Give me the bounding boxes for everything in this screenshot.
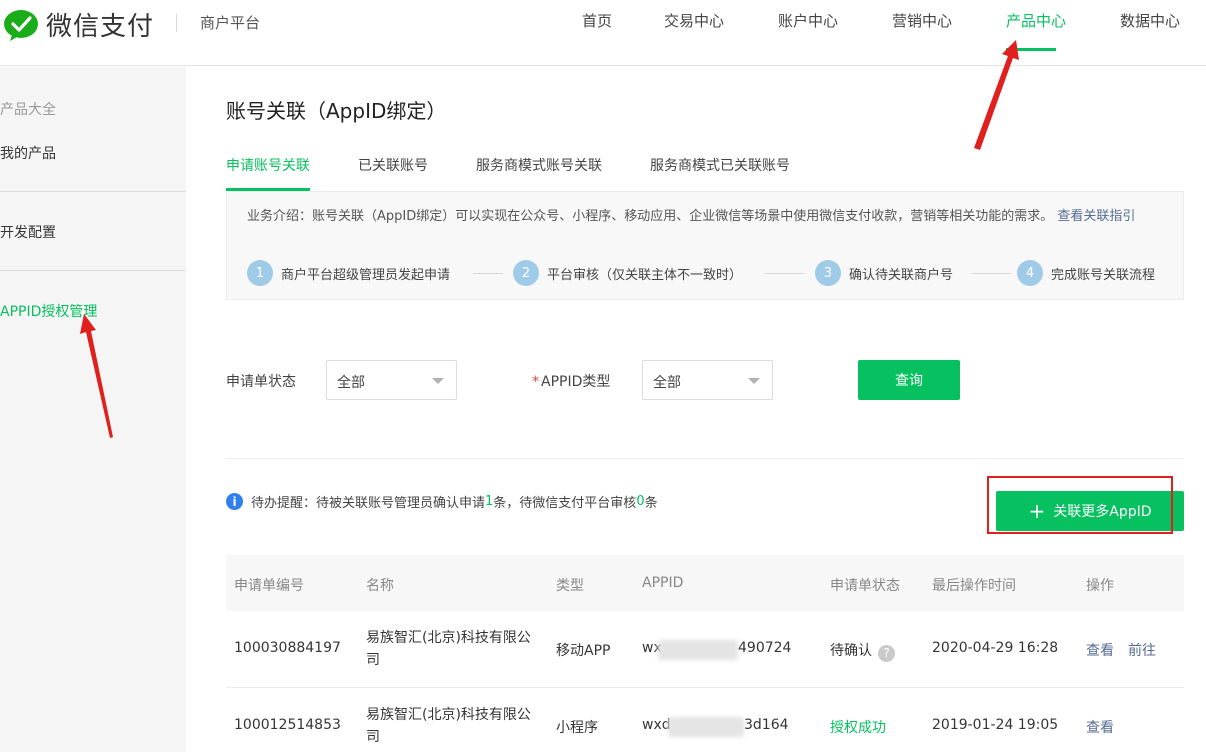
column-header: 申请单状态 [830, 578, 900, 594]
cell-last-operated: 2020-04-29 16:28 [932, 640, 1059, 656]
notice-suffix: 条 [644, 496, 658, 511]
goto-link[interactable]: 前往 [1128, 643, 1156, 659]
nav-account-center[interactable]: 账户中心 [778, 10, 838, 31]
step-1: 1 商户平台超级管理员发起申请 [247, 260, 450, 286]
guide-link[interactable]: 查看关联指引 [1057, 209, 1135, 224]
info-icon: i [226, 493, 243, 510]
type-filter-label: * APPID类型 [532, 371, 610, 391]
section-divider [226, 458, 1184, 459]
column-header: 最后操作时间 [932, 578, 1016, 594]
status-select-value: 全部 [337, 375, 365, 391]
required-mark: * [532, 374, 539, 390]
type-filter-text: APPID类型 [541, 374, 611, 390]
query-button[interactable]: 查询 [858, 360, 960, 400]
step-4: 4 完成账号关联流程 [1017, 260, 1155, 286]
step-3: 3 确认待关联商户号 [815, 260, 953, 286]
step-number: 1 [247, 260, 273, 286]
step-number: 4 [1017, 260, 1043, 286]
view-link[interactable]: 查看 [1086, 643, 1114, 659]
nav-product-center[interactable]: 产品中心 [1006, 10, 1066, 31]
column-header: 申请单编号 [234, 578, 304, 594]
column-header: 类型 [556, 578, 584, 594]
cell-type: 小程序 [556, 720, 598, 736]
tab-provider-link[interactable]: 服务商模式账号关联 [476, 155, 602, 175]
table-row: 100012514853 易族智汇(北京)科技有限公司 小程序 wxd 3d16… [226, 688, 1184, 752]
tab-bar: 申请账号关联 已关联账号 服务商模式账号关联 服务商模式已关联账号 [226, 143, 1184, 191]
sidebar: 产品大全 我的产品 开发配置 APPID授权管理 [0, 67, 186, 752]
process-steps: 1 商户平台超级管理员发起申请 2 平台审核（仅关联主体不一致时） 3 确认待关… [247, 260, 1167, 290]
table-row: 100030884197 易族智汇(北京)科技有限公司 移动APP wx 490… [226, 611, 1184, 688]
notice-prefix: 待办提醒：待被关联账号管理员确认申请 [251, 496, 486, 511]
intro-panel: 业务介绍：账号关联（AppID绑定）可以实现在公众号、小程序、移动应用、企业微信… [226, 191, 1184, 300]
cell-appid-suffix: 3d164 [744, 717, 789, 733]
step-connector [765, 273, 805, 274]
column-header: APPID [642, 575, 684, 591]
cell-appid-prefix: wxd [642, 717, 671, 733]
column-header: 名称 [366, 578, 394, 594]
cell-status: 待确认? [830, 640, 895, 662]
sidebar-divider [0, 191, 186, 192]
cell-appid-suffix: 490724 [738, 640, 792, 656]
nav-marketing-center[interactable]: 营销中心 [892, 10, 952, 31]
column-header: 操作 [1086, 578, 1114, 594]
cell-name: 易族智汇(北京)科技有限公司 [366, 707, 531, 745]
step-2: 2 平台审核（仅关联主体不一致时） [513, 260, 742, 286]
notice-count-review: 0 [636, 494, 645, 509]
intro-description: 业务介绍：账号关联（AppID绑定）可以实现在公众号、小程序、移动应用、企业微信… [247, 209, 1054, 224]
status-filter-label: 申请单状态 [226, 374, 296, 390]
chevron-down-icon [432, 378, 444, 384]
intro-text: 业务介绍：账号关联（AppID绑定）可以实现在公众号、小程序、移动应用、企业微信… [247, 206, 1162, 228]
step-connector [971, 273, 1011, 274]
appid-redaction [668, 717, 744, 737]
top-header: 微信支付 商户平台 首页 交易中心 账户中心 营销中心 产品中心 数据中心 [0, 0, 1206, 66]
status-select[interactable]: 全部 [326, 360, 457, 400]
main-content: 账号关联（AppID绑定） 申请账号关联 已关联账号 服务商模式账号关联 服务商… [186, 67, 1206, 752]
chevron-down-icon [748, 378, 760, 384]
cell-name: 易族智汇(北京)科技有限公司 [366, 630, 531, 668]
help-icon[interactable]: ? [878, 645, 895, 662]
nav-active-indicator [1006, 48, 1056, 51]
cell-actions: 查看 [1086, 717, 1128, 737]
step-number: 3 [815, 260, 841, 286]
todo-notice: i 待办提醒：待被关联账号管理员确认申请 1 条，待微信支付平台审核 0 条 [226, 492, 658, 511]
sidebar-item-appid-auth[interactable]: APPID授权管理 [0, 301, 97, 321]
table-header: 申请单编号 名称 类型 APPID 申请单状态 最后操作时间 操作 [226, 555, 1184, 611]
step-label: 确认待关联商户号 [849, 267, 954, 283]
tab-apply-link[interactable]: 申请账号关联 [226, 155, 310, 175]
type-select-value: 全部 [653, 375, 681, 391]
step-label: 完成账号关联流程 [1051, 267, 1156, 283]
page-title: 账号关联（AppID绑定） [226, 99, 447, 123]
tab-provider-linked[interactable]: 服务商模式已关联账号 [650, 155, 790, 175]
status-text: 待确认 [830, 643, 872, 659]
sidebar-group-title: 产品大全 [0, 102, 56, 118]
nav-home[interactable]: 首页 [582, 10, 612, 31]
type-select[interactable]: 全部 [642, 360, 773, 400]
tab-linked-accounts[interactable]: 已关联账号 [358, 155, 428, 175]
step-connector [473, 273, 503, 274]
view-link[interactable]: 查看 [1086, 720, 1114, 736]
nav-data-center[interactable]: 数据中心 [1120, 10, 1180, 31]
annotation-highlight-box [987, 476, 1173, 534]
sidebar-divider [0, 270, 186, 271]
sidebar-item-my-products[interactable]: 我的产品 [0, 143, 56, 163]
appid-redaction [658, 640, 738, 660]
cell-actions: 查看 前往 [1086, 640, 1170, 660]
cell-type: 移动APP [556, 643, 611, 659]
main-nav: 首页 交易中心 账户中心 营销中心 产品中心 数据中心 [0, 10, 1206, 66]
step-label: 平台审核（仅关联主体不一致时） [547, 267, 743, 283]
step-number: 2 [513, 260, 539, 286]
notice-count-confirm: 1 [485, 494, 494, 509]
sidebar-item-dev-config[interactable]: 开发配置 [0, 222, 56, 242]
cell-status: 授权成功 [830, 720, 886, 736]
notice-middle: 条，待微信支付平台审核 [493, 496, 637, 511]
step-label: 商户平台超级管理员发起申请 [281, 267, 451, 283]
cell-application-id: 100030884197 [234, 640, 341, 656]
nav-transaction-center[interactable]: 交易中心 [664, 10, 724, 31]
cell-application-id: 100012514853 [234, 717, 341, 733]
cell-last-operated: 2019-01-24 19:05 [932, 717, 1059, 733]
